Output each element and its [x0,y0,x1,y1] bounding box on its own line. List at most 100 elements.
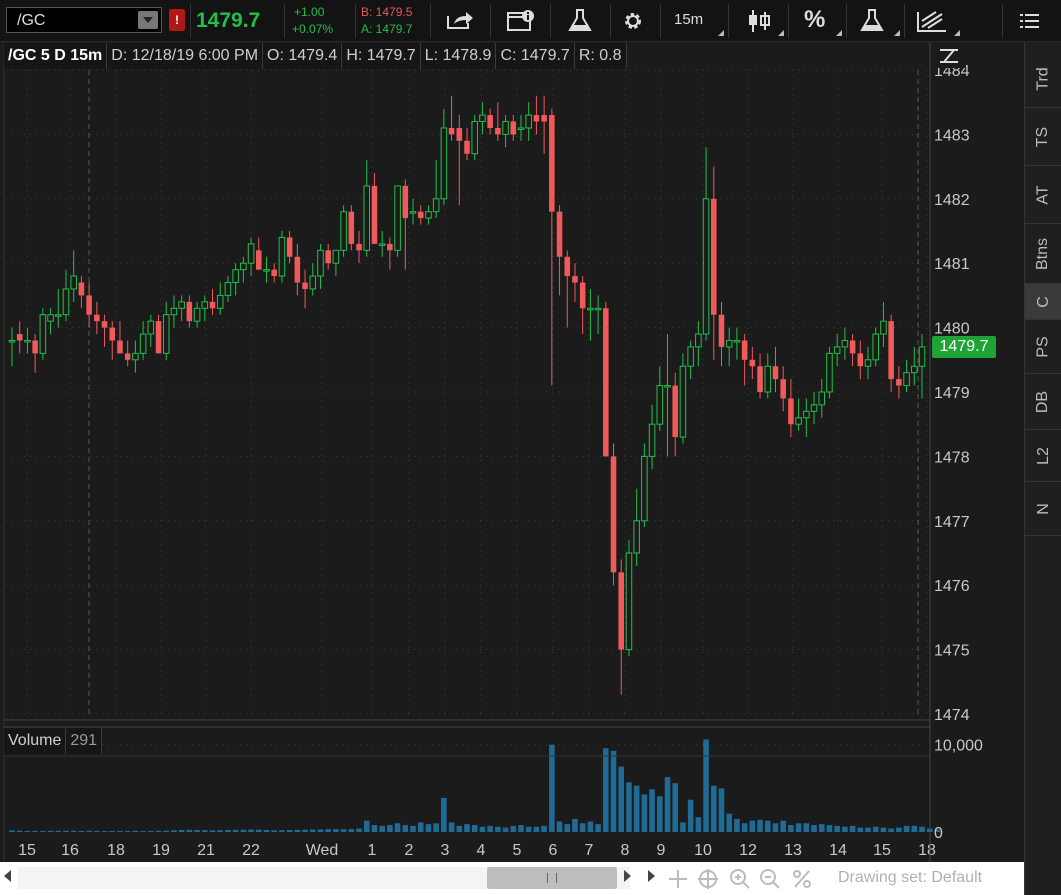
candle-body [147,320,155,335]
menu-button[interactable] [1006,3,1056,39]
candle-body [54,314,62,317]
volume-bar [726,813,732,832]
volume-bar [564,824,571,832]
toolbar-divider [610,4,611,38]
symbol-text[interactable]: /GC [17,12,45,30]
chart-info-button[interactable] [492,3,548,39]
candle-body [286,237,293,257]
volume-bar [549,744,555,832]
zoom-out-icon[interactable] [758,867,782,891]
volume-bar [803,823,810,832]
hamburger-menu-icon [1020,14,1039,28]
symbol-selector[interactable]: /GC [6,7,162,33]
candle-body [864,359,872,367]
candle-body [464,140,470,154]
candle-body [371,185,378,244]
tab-trd[interactable]: Trd [1025,50,1061,108]
volume-bar [140,831,146,832]
candle-body [872,333,880,361]
candle-body [618,572,625,650]
volume-bar [479,826,486,832]
toolbar-divider [355,4,356,38]
time-tick-label: 15 [18,842,36,859]
studies-button[interactable] [552,3,608,39]
candle-body [417,211,424,219]
time-axis[interactable]: 15 16 18 19 21 22 Wed 1 2 3 4 5 6 7 8 9 10 12 13 14 15 18 [18,842,936,859]
studies-menu-button[interactable] [848,3,902,39]
volume-bar [109,830,116,832]
interval-selector[interactable]: 15m [662,3,726,39]
percent-icon: % [804,6,826,33]
volume-bar [533,826,540,832]
volume-bar [256,829,262,832]
volume-bar [772,823,779,832]
toolbar-divider [788,4,789,38]
pan-icon[interactable] [666,867,690,891]
tab-ps[interactable]: PS [1025,320,1061,374]
side-panel: Trd TS AT Btns C PS DB L2 N [1024,42,1061,895]
drawings-button[interactable] [906,3,962,39]
grip-icon [547,873,557,883]
candle-body [232,269,239,284]
scroll-right-icon[interactable] [624,870,631,882]
dropdown-corner-icon [836,30,842,36]
candle-body [556,211,563,257]
chart-title[interactable]: /GC 5 D 15m [4,43,108,69]
percent-scale-icon[interactable] [790,867,814,891]
percent-button[interactable]: % [790,3,844,39]
candle-body [911,365,918,374]
tab-l2[interactable]: L2 [1025,430,1061,482]
settings-button[interactable] [612,3,656,39]
tab-c[interactable]: C [1025,284,1061,320]
volume-bar [202,830,208,832]
candle-body [725,339,733,348]
price-tick-label: 1479 [934,385,970,402]
tab-ts[interactable]: TS [1025,108,1061,166]
tab-label: C [1034,295,1052,308]
time-tick-label: 15 [873,842,891,859]
zoom-in-icon[interactable] [728,867,752,891]
volume-bar [302,829,308,832]
tab-label: AT [1034,184,1052,205]
chevron-down-icon[interactable] [138,11,158,29]
drawing-set-label[interactable]: Drawing set: Default [838,869,982,887]
candle-body [594,307,602,311]
volume-bar [695,817,702,832]
zoom-toggle-icon[interactable] [934,44,966,68]
volume-label[interactable]: Volume [4,728,67,754]
candle-body [209,301,216,309]
volume-bar [525,826,532,832]
candle-body [687,346,694,367]
time-tick-label: 13 [784,842,802,859]
candle-body [633,520,640,554]
chart-type-button[interactable] [730,3,786,39]
candle-body [456,127,463,141]
tab-n[interactable]: N [1025,482,1061,536]
candle-body [487,115,493,128]
alert-flag-icon[interactable]: ! [169,9,185,31]
scroll-left-icon[interactable] [4,870,11,882]
price-chart[interactable]: 1484148314821481148014791478147714761475… [0,42,1024,862]
candle-body [139,333,147,354]
volume-bar [903,825,910,832]
volume-bar [441,797,447,832]
volume-bar [857,827,864,832]
scroll-end-icon[interactable] [648,870,655,882]
volume-bar [818,824,825,832]
time-tick-label: Wed [306,842,339,859]
volume-bar [279,830,285,832]
volume-bar [240,829,247,832]
volume-bar [16,830,23,832]
price-tick-label: 1483 [934,127,970,144]
tab-btns[interactable]: Btns [1025,224,1061,284]
candle-body [162,314,170,354]
tab-at[interactable]: AT [1025,166,1061,224]
candle-body [271,269,277,277]
crosshair-icon[interactable] [696,867,720,891]
candle-body [317,249,324,277]
volume-bar [811,825,817,832]
volume-bar [325,829,331,832]
tab-db[interactable]: DB [1025,374,1061,430]
share-button[interactable] [432,3,488,39]
candle-body [695,333,702,348]
